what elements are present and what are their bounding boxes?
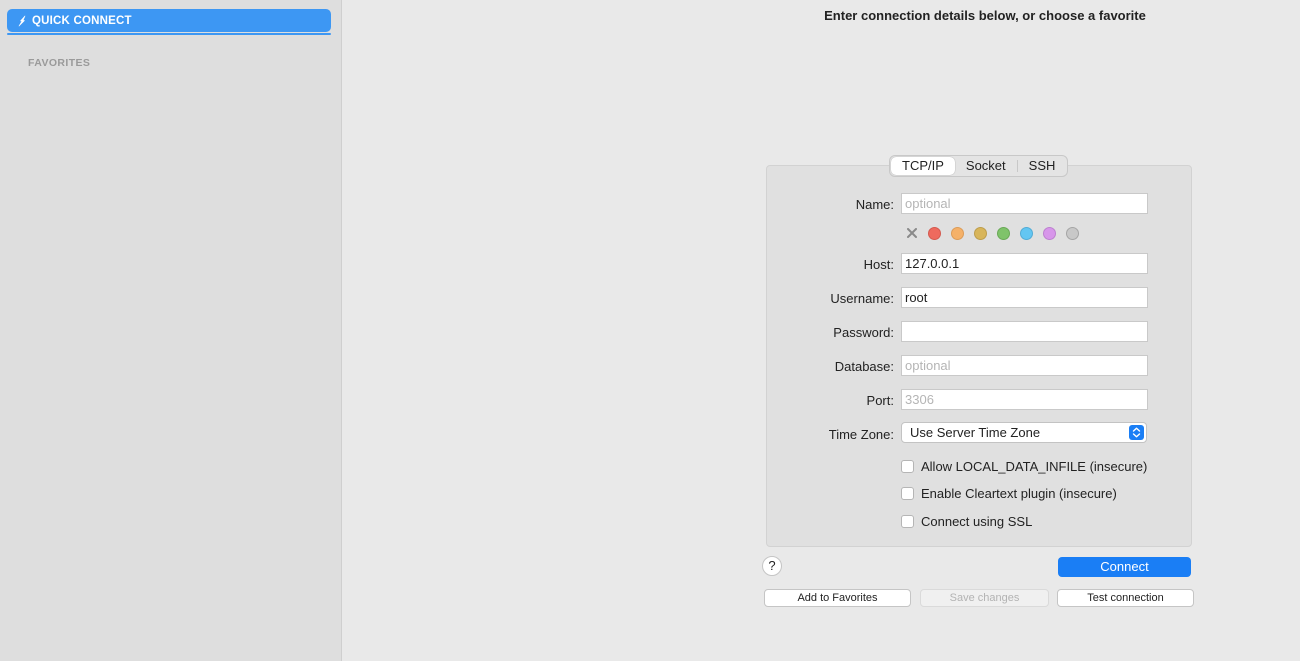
- local-infile-option[interactable]: Allow LOCAL_DATA_INFILE (insecure): [901, 459, 1147, 474]
- name-label: Name:: [855, 197, 894, 212]
- cleartext-checkbox[interactable]: [901, 487, 914, 500]
- lightning-icon: [16, 15, 28, 27]
- cleartext-label: Enable Cleartext plugin (insecure): [921, 486, 1117, 501]
- host-label: Host:: [863, 257, 894, 272]
- database-field[interactable]: [901, 355, 1148, 376]
- color-swatch-green[interactable]: [997, 226, 1010, 240]
- timezone-select[interactable]: Use Server Time Zone: [901, 422, 1147, 443]
- timezone-value: Use Server Time Zone: [910, 425, 1041, 440]
- select-arrows-icon: [1129, 425, 1144, 440]
- name-field[interactable]: [901, 193, 1148, 214]
- tab-tcp-ip[interactable]: TCP/IP: [891, 157, 955, 175]
- local-infile-label: Allow LOCAL_DATA_INFILE (insecure): [921, 459, 1148, 474]
- username-label: Username:: [830, 291, 894, 306]
- color-swatch-purple[interactable]: [1043, 226, 1056, 240]
- ssl-label: Connect using SSL: [921, 514, 1033, 529]
- add-to-favorites-button[interactable]: Add to Favorites: [764, 589, 911, 607]
- sidebar-item-quick-connect[interactable]: QUICK CONNECT: [7, 9, 331, 32]
- quick-connect-label: QUICK CONNECT: [32, 14, 132, 27]
- color-swatch-gray[interactable]: [1066, 226, 1079, 240]
- password-label: Password:: [833, 325, 894, 340]
- database-label: Database:: [834, 359, 894, 374]
- cleartext-option[interactable]: Enable Cleartext plugin (insecure): [901, 486, 1117, 501]
- no-color-icon[interactable]: [905, 226, 919, 240]
- color-picker: [905, 226, 1089, 240]
- ssl-checkbox[interactable]: [901, 515, 914, 528]
- port-field[interactable]: [901, 389, 1148, 410]
- save-changes-button[interactable]: Save changes: [920, 589, 1049, 607]
- connect-button[interactable]: Connect: [1058, 557, 1191, 577]
- help-button[interactable]: ?: [762, 556, 782, 576]
- connection-type-tabs: TCP/IP Socket SSH: [889, 155, 1069, 177]
- local-infile-checkbox[interactable]: [901, 460, 914, 473]
- ssl-option[interactable]: Connect using SSL: [901, 514, 1032, 529]
- timezone-label: Time Zone:: [828, 427, 894, 442]
- password-field[interactable]: [901, 321, 1148, 342]
- color-swatch-orange[interactable]: [951, 226, 964, 240]
- color-swatch-blue[interactable]: [1020, 226, 1033, 240]
- color-swatch-red[interactable]: [928, 226, 941, 240]
- favorites-header: FAVORITES: [28, 57, 91, 69]
- host-field[interactable]: [901, 253, 1148, 274]
- port-label: Port:: [866, 393, 894, 408]
- quick-connect-underline: [7, 33, 331, 35]
- tab-socket[interactable]: Socket: [955, 157, 1017, 175]
- sidebar: QUICK CONNECT FAVORITES: [0, 0, 342, 661]
- test-connection-button[interactable]: Test connection: [1057, 589, 1194, 607]
- username-field[interactable]: [901, 287, 1148, 308]
- color-swatch-yellow[interactable]: [974, 226, 987, 240]
- page-title: Enter connection details below, or choos…: [824, 8, 1146, 23]
- tab-ssh[interactable]: SSH: [1018, 157, 1067, 175]
